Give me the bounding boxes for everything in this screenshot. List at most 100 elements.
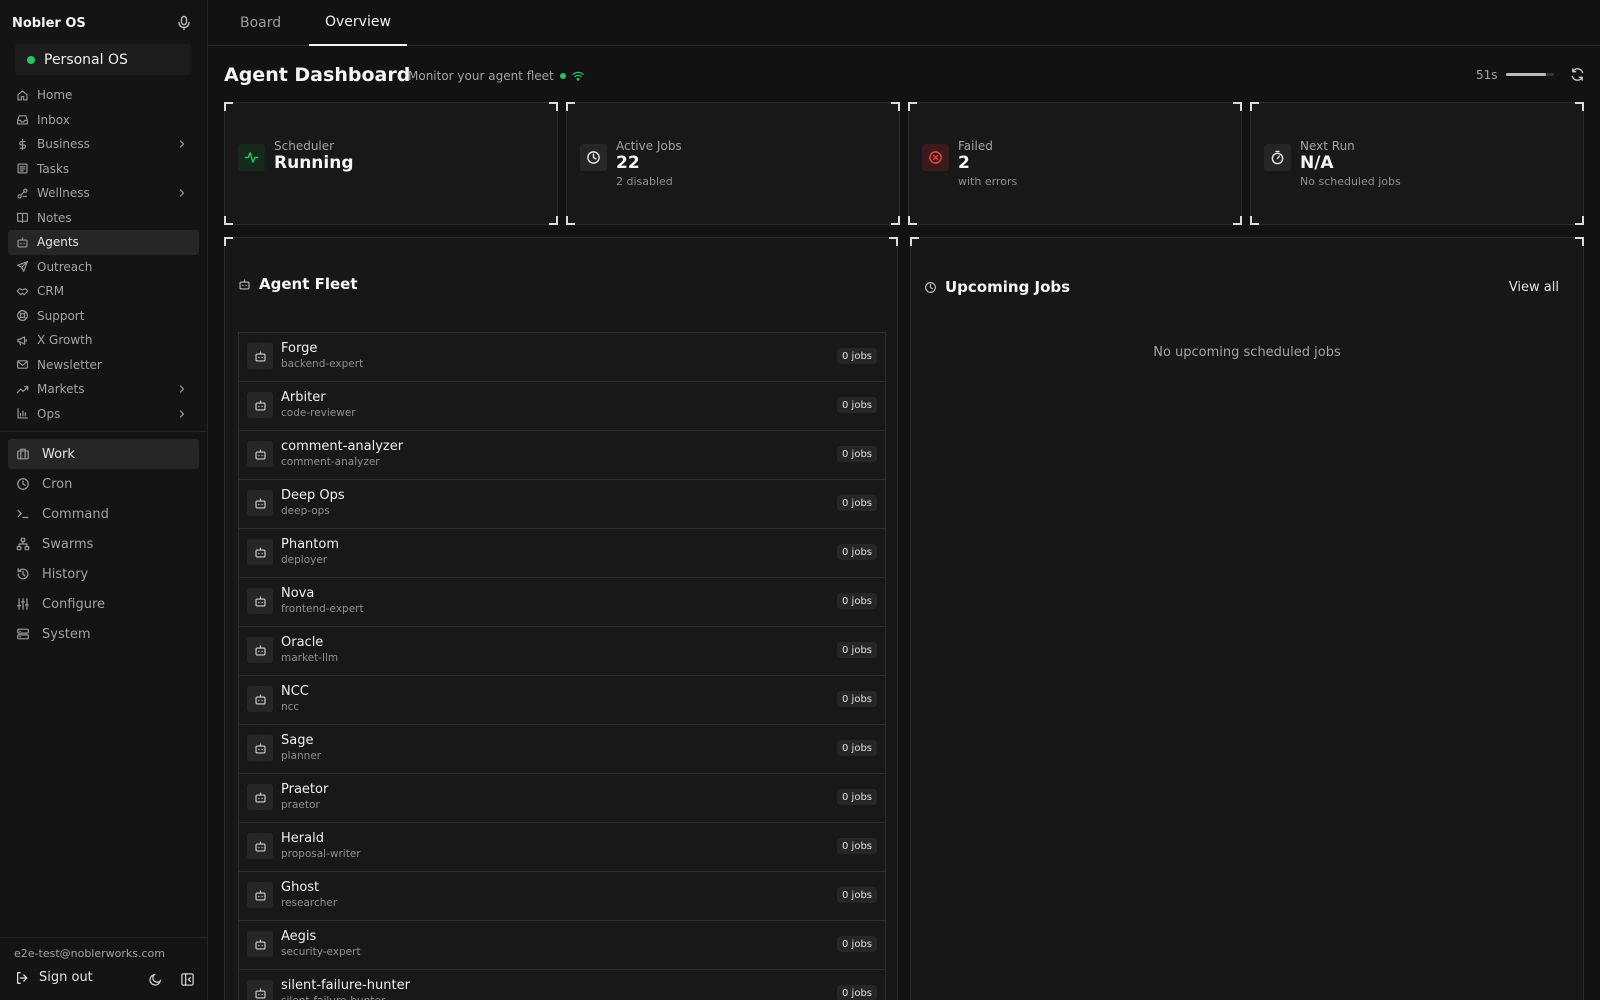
tab-board[interactable]: Board — [240, 0, 281, 46]
bot-icon — [247, 833, 273, 859]
sidebar-item-work[interactable]: Work — [8, 439, 199, 469]
sidebar-item-configure[interactable]: Configure — [8, 589, 199, 619]
tab-overview[interactable]: Overview — [309, 0, 407, 46]
sidebar-item-support[interactable]: Support — [8, 304, 199, 329]
agent-name: Arbiter — [281, 390, 326, 405]
agent-row[interactable]: Herald proposal-writer 0 jobs — [238, 822, 886, 871]
sidebar-item-x-growth[interactable]: X Growth — [8, 328, 199, 353]
agent-role: proposal-writer — [281, 848, 361, 860]
sidebar-item-ops[interactable]: Ops — [8, 402, 199, 427]
agent-role: deployer — [281, 554, 328, 566]
chevron-right-icon — [177, 409, 187, 419]
stat-label: Next Run — [1300, 139, 1355, 153]
sidebar-item-label: Home — [37, 88, 73, 103]
agent-role: backend-expert — [281, 358, 364, 370]
agent-row[interactable]: NCC ncc 0 jobs — [238, 675, 886, 724]
brand-row: Nobler OS — [12, 14, 192, 32]
sign-out-label: Sign out — [39, 970, 93, 985]
sidebar-item-swarms[interactable]: Swarms — [8, 529, 199, 559]
sidebar-item-command[interactable]: Command — [8, 499, 199, 529]
agent-row[interactable]: comment-analyzer comment-analyzer 0 jobs — [238, 430, 886, 479]
agent-role: praetor — [281, 799, 320, 811]
agent-row[interactable]: Arbiter code-reviewer 0 jobs — [238, 381, 886, 430]
sidebar-item-markets[interactable]: Markets — [8, 377, 199, 402]
sidebar-item-label: Work — [42, 446, 75, 462]
sidebar-nav: Home Inbox Business Tasks Wellness Notes Agent… — [8, 83, 199, 426]
stat-card-active-jobs: Active Jobs 22 2 disabled — [566, 102, 900, 225]
sidebar-item-label: Newsletter — [37, 357, 102, 372]
agent-role: security-expert — [281, 946, 361, 958]
sidebar-item-agents[interactable]: Agents — [8, 230, 199, 255]
stat-value: 2 — [958, 153, 970, 173]
page-title: Agent Dashboard — [224, 64, 411, 86]
sidebar-item-label: Notes — [37, 210, 72, 225]
app-brand: Nobler OS — [12, 15, 86, 31]
agent-row[interactable]: Deep Ops deep-ops 0 jobs — [238, 479, 886, 528]
agent-row[interactable]: Phantom deployer 0 jobs — [238, 528, 886, 577]
agent-row[interactable]: Aegis security-expert 0 jobs — [238, 920, 886, 969]
agent-row[interactable]: silent-failure-hunter silent-failure-hunt… — [238, 969, 886, 1000]
bot-icon — [247, 980, 273, 1000]
stat-subtext: with errors — [958, 175, 1018, 188]
chevron-right-icon — [177, 188, 187, 198]
sidebar-item-newsletter[interactable]: Newsletter — [8, 353, 199, 378]
sidebar-item-outreach[interactable]: Outreach — [8, 255, 199, 280]
jobs-count-badge: 0 jobs — [837, 544, 877, 560]
agent-name: Sage — [281, 733, 314, 748]
sidebar-work-nav: Work Cron Command Swarms History Configure Sys… — [8, 439, 199, 649]
agent-role: planner — [281, 750, 322, 762]
sidebar-item-business[interactable]: Business — [8, 132, 199, 157]
sidebar-item-system[interactable]: System — [8, 619, 199, 649]
sidebar-item-cron[interactable]: Cron — [8, 469, 199, 499]
wellness-icon — [16, 187, 29, 200]
agent-name: Phantom — [281, 537, 339, 552]
clock-icon — [16, 477, 30, 491]
stat-value: 22 — [616, 153, 640, 173]
bot-icon — [247, 784, 273, 810]
inbox-icon — [16, 113, 29, 126]
agent-name: Praetor — [281, 782, 329, 797]
refresh-icon[interactable] — [1570, 67, 1585, 82]
clock-icon — [580, 144, 607, 171]
sidebar-item-tasks[interactable]: Tasks — [8, 157, 199, 182]
workspace-switcher[interactable]: Personal OS — [15, 44, 191, 75]
agent-row[interactable]: Oracle market-llm 0 jobs — [238, 626, 886, 675]
sign-out-icon — [15, 971, 29, 985]
refresh-progress-fill — [1505, 73, 1547, 76]
agent-fleet-heading: Agent Fleet — [238, 275, 358, 293]
bar-chart-icon — [16, 407, 29, 420]
sidebar-item-history[interactable]: History — [8, 559, 199, 589]
agent-fleet-title: Agent Fleet — [259, 275, 358, 293]
x-circle-icon — [922, 144, 949, 171]
top-tab-bar: Board Overview — [208, 0, 1600, 46]
agent-row[interactable]: Sage planner 0 jobs — [238, 724, 886, 773]
stat-subtext: 2 disabled — [616, 175, 673, 188]
collapse-sidebar-icon[interactable] — [180, 972, 195, 987]
agent-row[interactable]: Nova frontend-expert 0 jobs — [238, 577, 886, 626]
sidebar-item-wellness[interactable]: Wellness — [8, 181, 199, 206]
agent-row[interactable]: Praetor praetor 0 jobs — [238, 773, 886, 822]
send-icon — [16, 260, 29, 273]
jobs-count-badge: 0 jobs — [837, 838, 877, 854]
sidebar-item-home[interactable]: Home — [8, 83, 199, 108]
sign-out-button[interactable]: Sign out — [15, 970, 93, 985]
bot-icon — [247, 441, 273, 467]
bot-icon — [16, 236, 29, 249]
sidebar-item-crm[interactable]: CRM — [8, 279, 199, 304]
agent-row[interactable]: Ghost researcher 0 jobs — [238, 871, 886, 920]
auto-refresh: 51s — [1476, 67, 1585, 82]
briefcase-icon — [16, 447, 30, 461]
agent-role: ncc — [281, 701, 300, 713]
sidebar-item-notes[interactable]: Notes — [8, 206, 199, 231]
sidebar-item-label: History — [42, 566, 89, 582]
sidebar-divider — [0, 431, 207, 432]
mail-icon — [16, 358, 29, 371]
moon-icon[interactable] — [148, 972, 163, 987]
tab-board-label: Board — [240, 15, 282, 31]
agent-name: NCC — [281, 684, 309, 699]
microphone-icon[interactable] — [176, 15, 192, 31]
sidebar-item-label: Command — [42, 506, 109, 522]
sidebar-item-inbox[interactable]: Inbox — [8, 108, 199, 133]
agent-row[interactable]: Forge backend-expert 0 jobs — [238, 332, 886, 381]
view-all-link[interactable]: View all — [1509, 280, 1559, 295]
